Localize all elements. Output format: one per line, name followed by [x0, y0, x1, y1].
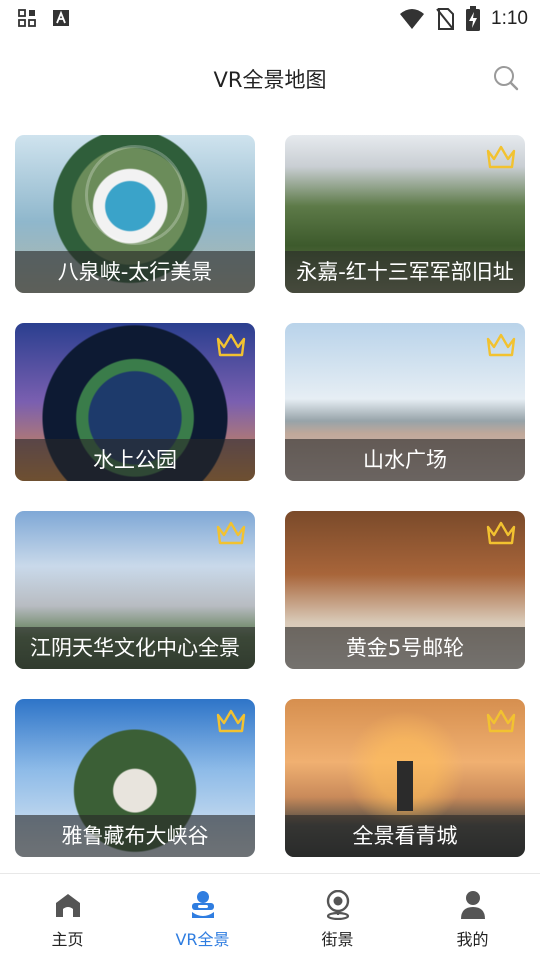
crown-icon [216, 333, 246, 357]
card-title: 全景看青城 [285, 815, 525, 857]
page-title: VR全景地图 [213, 68, 327, 92]
status-bar: 1:10 [0, 0, 540, 36]
battery-charging-icon [466, 6, 481, 31]
card-title: 雅鲁藏布大峡谷 [15, 815, 255, 857]
crown-icon [486, 709, 516, 733]
wifi-icon [400, 9, 425, 29]
crown-icon [486, 333, 516, 357]
crown-icon [216, 521, 246, 545]
panorama-card[interactable]: 水上公园 [15, 323, 255, 481]
bottom-nav: 主页 VR全景 街景 我的 [0, 873, 540, 960]
panorama-card[interactable]: 黄金5号邮轮 [285, 511, 525, 669]
a-icon [53, 10, 69, 26]
nav-item-vr[interactable]: VR全景 [135, 874, 270, 960]
search-button[interactable] [492, 64, 520, 92]
app-header: VR全景地图 [0, 50, 540, 106]
apps-icon [18, 9, 36, 27]
panorama-card[interactable]: 八泉峡-太行美景 [15, 135, 255, 293]
nav-label: 我的 [456, 930, 489, 949]
user-icon [460, 891, 485, 919]
status-time: 1:10 [491, 8, 528, 29]
panorama-card[interactable]: 全景看青城 [285, 699, 525, 857]
panorama-card[interactable]: 江阴天华文化中心全景 [15, 511, 255, 669]
card-title: 水上公园 [15, 439, 255, 481]
nav-item-street-view[interactable]: 街景 [270, 874, 405, 960]
nav-label: 街景 [321, 930, 354, 949]
vr-icon [191, 891, 214, 918]
search-icon [494, 66, 519, 91]
nav-item-home[interactable]: 主页 [0, 874, 135, 960]
card-title: 江阴天华文化中心全景 [15, 627, 255, 669]
home-icon [55, 894, 80, 917]
panorama-card[interactable]: 雅鲁藏布大峡谷 [15, 699, 255, 857]
no-sim-icon [436, 8, 455, 30]
crown-icon [216, 709, 246, 733]
card-title: 八泉峡-太行美景 [15, 251, 255, 293]
card-title: 黄金5号邮轮 [285, 627, 525, 669]
street-view-icon [326, 890, 349, 920]
crown-icon [486, 521, 516, 545]
panorama-card[interactable]: 永嘉-红十三军军部旧址 [285, 135, 525, 293]
card-title: 永嘉-红十三军军部旧址 [285, 251, 525, 293]
card-title: 山水广场 [285, 439, 525, 481]
nav-label: 主页 [51, 930, 84, 949]
crown-icon [486, 145, 516, 169]
nav-label: VR全景 [175, 930, 230, 949]
panorama-card[interactable]: 山水广场 [285, 323, 525, 481]
nav-item-profile[interactable]: 我的 [405, 874, 540, 960]
